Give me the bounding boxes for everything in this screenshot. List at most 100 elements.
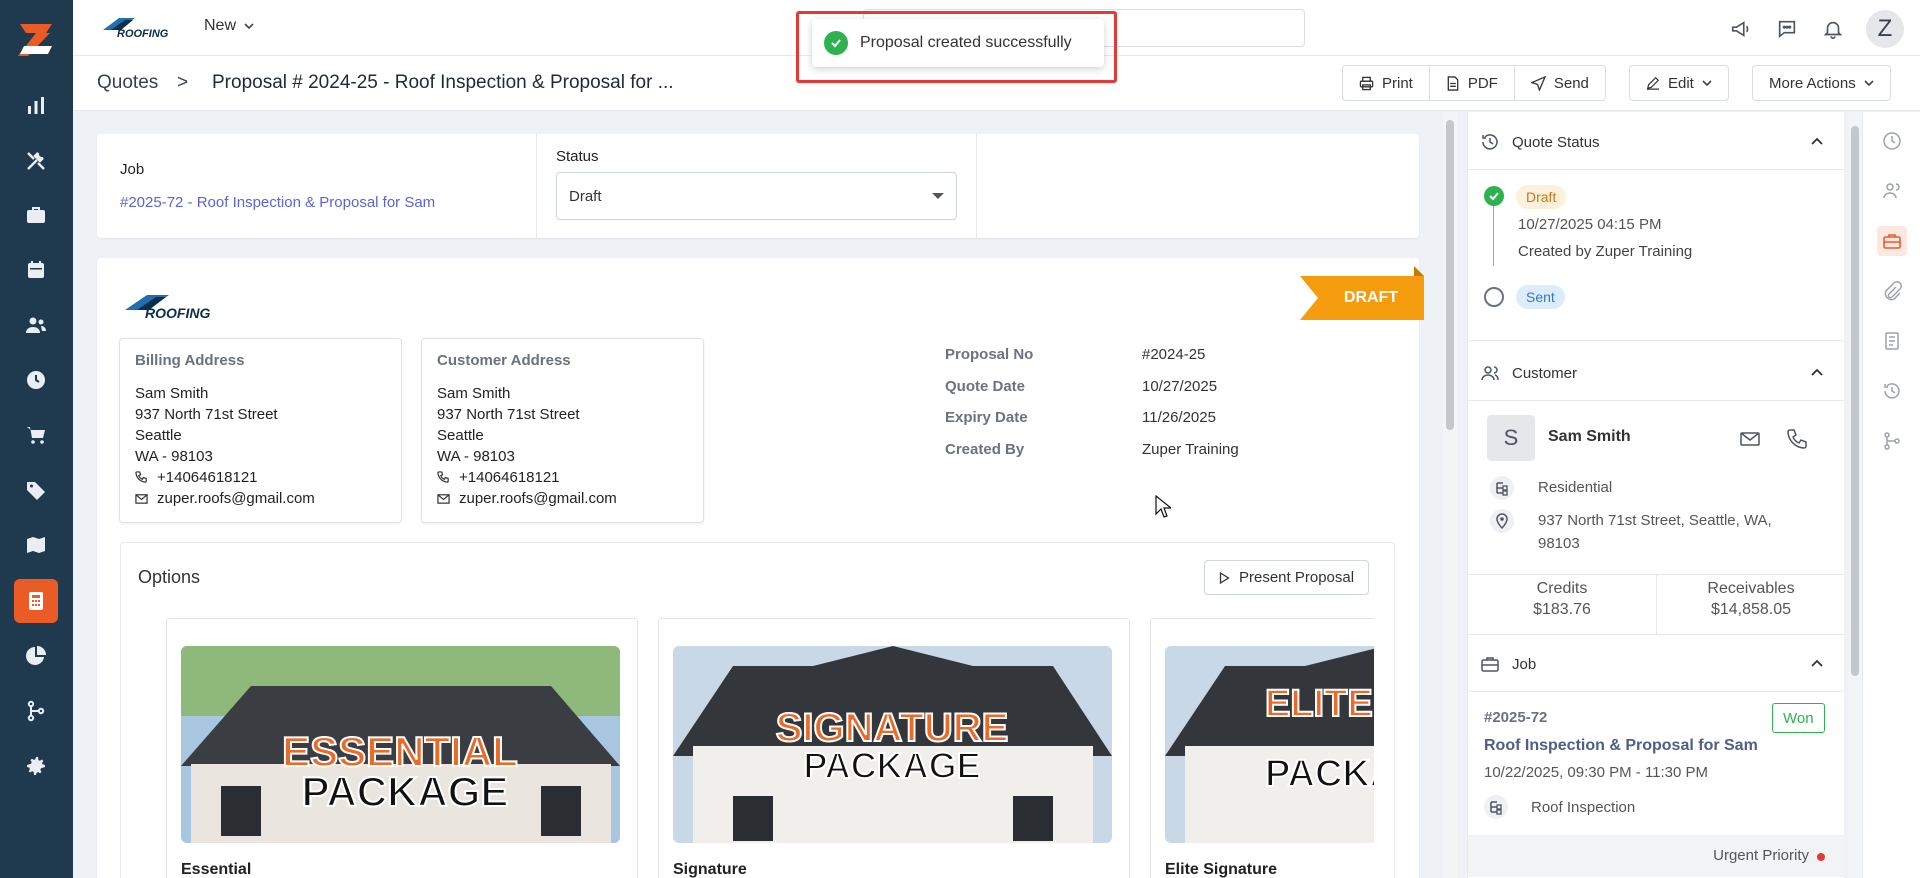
customer-city: Seattle xyxy=(437,427,484,444)
pdf-button[interactable]: PDF xyxy=(1430,66,1515,100)
customer-email-row: zuper.roofs@gmail.com xyxy=(437,488,688,509)
priority-dot-icon xyxy=(1817,853,1825,861)
package-name: Essential xyxy=(181,861,252,878)
location-pin-icon xyxy=(1490,509,1514,533)
customer-type: Residential xyxy=(1538,479,1613,496)
briefcase-icon[interactable] xyxy=(1877,226,1907,256)
send-button[interactable]: Send xyxy=(1515,66,1605,100)
history-icon[interactable] xyxy=(1877,376,1907,406)
pencil-icon xyxy=(1646,76,1660,90)
activity-clock-icon[interactable] xyxy=(1877,126,1907,156)
timesheet-icon[interactable] xyxy=(14,358,58,402)
left-nav-rail xyxy=(0,0,73,878)
more-actions-button[interactable]: More Actions xyxy=(1752,65,1891,101)
new-menu[interactable]: New xyxy=(204,17,254,35)
edit-button[interactable]: Edit xyxy=(1629,65,1729,101)
package-card-essential[interactable]: ESSENTIAL PACKAGE Essential xyxy=(166,618,638,878)
package-card-signature[interactable]: SIGNATURE PACKAGE Signature xyxy=(658,618,1130,878)
status-select[interactable]: Draft xyxy=(556,172,957,220)
customers-icon[interactable] xyxy=(14,303,58,347)
logo-text: ROOFING xyxy=(145,305,210,320)
logo-text: ROOFING xyxy=(117,28,169,40)
quote-status-header[interactable]: Quote Status xyxy=(1480,129,1830,155)
present-proposal-button[interactable]: Present Proposal xyxy=(1204,560,1370,595)
credits-value: $183.76 xyxy=(1533,601,1591,618)
billing-phone: +14064618121 xyxy=(157,469,258,486)
meta-row: Created By Zuper Training xyxy=(945,440,1239,458)
briefcase-icon xyxy=(1481,657,1499,672)
job-header[interactable]: Job xyxy=(1480,651,1830,677)
calendar-icon[interactable] xyxy=(14,248,58,292)
map-icon[interactable] xyxy=(14,523,58,567)
tools-icon[interactable] xyxy=(14,139,58,183)
breadcrumb-quotes-link[interactable]: Quotes xyxy=(97,72,158,94)
package-name: Signature xyxy=(673,861,747,878)
tag-icon[interactable] xyxy=(14,468,58,512)
workflow-branch-icon[interactable] xyxy=(1877,426,1907,456)
chat-icon[interactable] xyxy=(1774,16,1800,42)
contacts-icon[interactable] xyxy=(1877,176,1907,206)
settings-icon[interactable] xyxy=(14,744,58,788)
customer-name[interactable]: Sam Smith xyxy=(1548,428,1631,446)
announcement-megaphone-icon[interactable] xyxy=(1728,16,1754,42)
job-label: Job xyxy=(120,161,145,178)
customer-address-line2: 98103 xyxy=(1538,535,1580,552)
app-logo-icon[interactable] xyxy=(14,18,58,62)
right-panel-scrollbar[interactable] xyxy=(1848,112,1862,878)
call-customer-icon[interactable] xyxy=(1786,428,1808,450)
job-title-link[interactable]: Roof Inspection & Proposal for Sam xyxy=(1484,737,1758,755)
reports-pie-icon[interactable] xyxy=(14,634,58,678)
breadcrumb-separator: > xyxy=(177,72,189,93)
receivables-value: $14,858.05 xyxy=(1710,601,1792,618)
workflow-icon[interactable] xyxy=(14,689,58,733)
briefcase-icon[interactable] xyxy=(14,193,58,237)
svg-text:PACKAGE: PACKAGE xyxy=(302,768,509,815)
billing-state-zip: WA - 98103 xyxy=(135,448,213,465)
package-image: ESSENTIAL PACKAGE xyxy=(181,646,620,843)
draft-ribbon: DRAFT xyxy=(1300,266,1424,320)
customer-header[interactable]: Customer xyxy=(1480,360,1830,386)
notification-bell-icon[interactable] xyxy=(1820,16,1846,42)
job-schedule: 10/22/2025, 09:30 PM - 11:30 PM xyxy=(1484,764,1709,781)
more-actions-label: More Actions xyxy=(1769,74,1856,92)
history-clock-icon xyxy=(1482,134,1498,150)
check-circle-icon xyxy=(1484,186,1504,206)
email-customer-icon[interactable] xyxy=(1739,428,1761,450)
job-number: #2025-72 xyxy=(1484,709,1548,726)
file-icon xyxy=(1447,75,1459,91)
attachment-icon[interactable] xyxy=(1877,276,1907,306)
status-value: Draft xyxy=(569,187,602,205)
customer-phone-row: +14064618121 xyxy=(437,467,688,488)
present-proposal-label: Present Proposal xyxy=(1239,569,1355,586)
package-image: SIGNATURE PACKAGE xyxy=(673,646,1112,843)
customer-state-zip: WA - 98103 xyxy=(437,448,515,465)
chevron-up-icon xyxy=(1811,368,1823,376)
svg-text:SIGNATURE: SIGNATURE xyxy=(776,706,1009,750)
chevron-up-icon xyxy=(1811,659,1823,667)
page-title: Proposal # 2024-25 - Roof Inspection & P… xyxy=(212,72,674,93)
printer-icon xyxy=(1359,76,1374,90)
job-link[interactable]: #2025-72 - Roof Inspection & Proposal fo… xyxy=(120,194,435,211)
package-card-elite-signature[interactable]: ELITE SIGNATURE PACKAGE Elite Signature xyxy=(1150,618,1374,878)
options-section: Options Present Proposal ESSENTIAL PACKA… xyxy=(120,542,1395,878)
print-button[interactable]: Print xyxy=(1343,66,1430,100)
meta-row: Expiry Date 11/26/2025 xyxy=(945,409,1216,426)
main-scrollbar[interactable] xyxy=(1443,112,1457,878)
roofing-logo[interactable]: ROOFING xyxy=(99,14,179,40)
analytics-icon[interactable] xyxy=(14,84,58,128)
job-priority: Urgent Priority xyxy=(1713,847,1809,864)
notes-icon[interactable] xyxy=(1877,326,1907,356)
cart-icon[interactable] xyxy=(14,413,58,457)
user-avatar[interactable]: Z xyxy=(1866,10,1904,48)
options-title: Options xyxy=(138,567,201,587)
credits-label: Credits xyxy=(1536,580,1588,597)
caret-down-icon xyxy=(932,193,944,199)
quotes-icon[interactable] xyxy=(14,579,58,623)
billing-name: Sam Smith xyxy=(135,385,209,402)
success-toast: Proposal created successfully xyxy=(812,19,1104,67)
mail-icon xyxy=(437,494,450,504)
proposal-document: ROOFING DRAFT Billing Address Sam Smith … xyxy=(97,258,1424,878)
chevron-down-icon xyxy=(1702,80,1712,87)
chevron-down-icon xyxy=(244,23,254,30)
customer-address-box: Customer Address Sam Smith 937 North 71s… xyxy=(421,338,704,523)
